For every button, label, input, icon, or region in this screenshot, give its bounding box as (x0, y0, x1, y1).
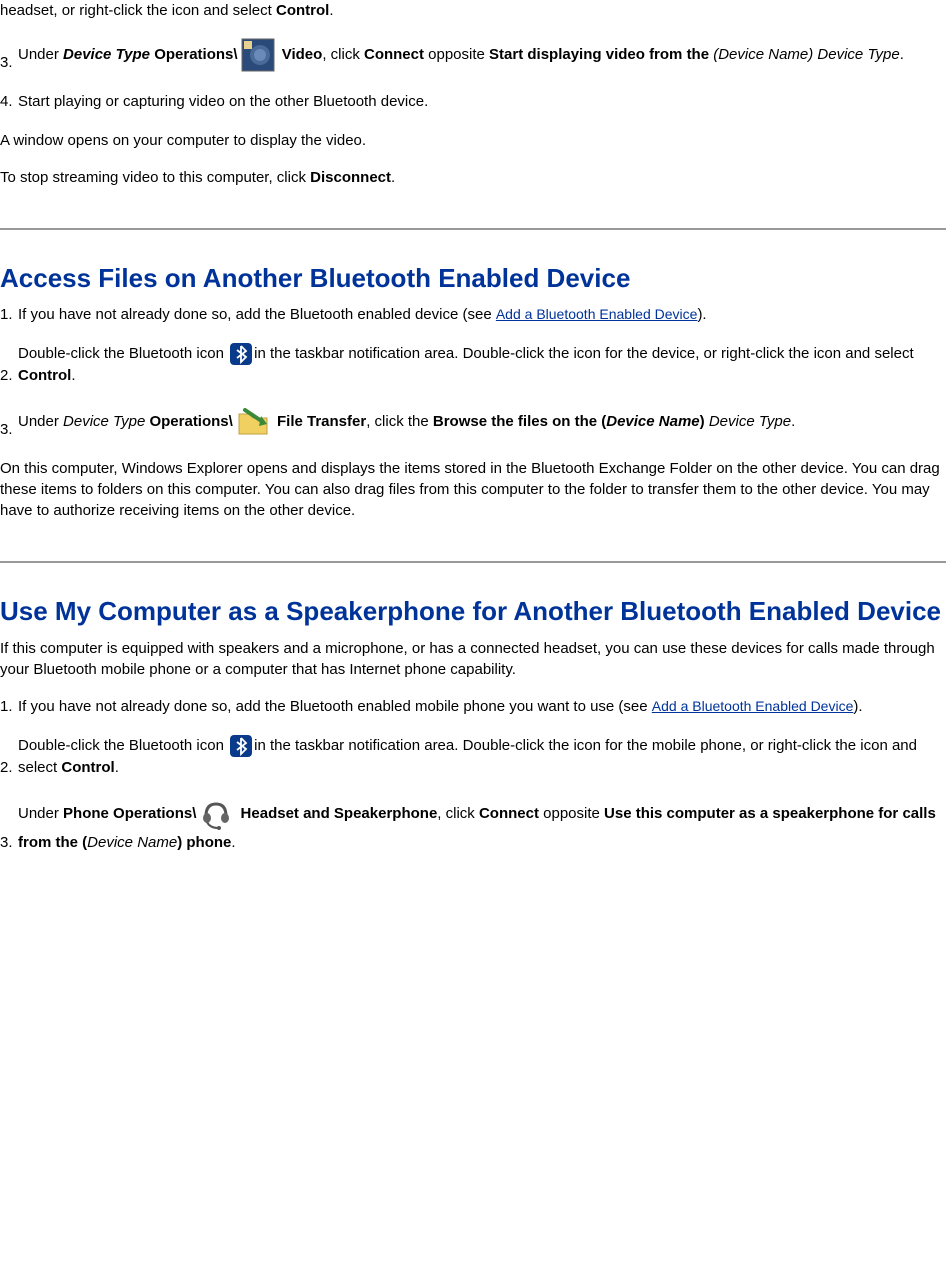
section-divider (0, 228, 946, 230)
list-item-4: 4. Start playing or capturing video on t… (0, 91, 946, 112)
link-add-device[interactable]: Add a Bluetooth Enabled Device (496, 306, 698, 322)
list-body: Under Device Type Operations\ File Trans… (18, 404, 946, 440)
link-add-device[interactable]: Add a Bluetooth Enabled Device (652, 698, 854, 714)
list-body: If you have not already done so, add the… (18, 696, 946, 717)
headset-icon (198, 796, 234, 832)
paragraph: On this computer, Windows Explorer opens… (0, 458, 946, 521)
list-item-3-file: 3. Under Device Type Operations\ File Tr… (0, 404, 946, 440)
bluetooth-icon (230, 735, 252, 757)
heading-speakerphone: Use My Computer as a Speakerphone for An… (0, 593, 946, 629)
list-item-1: 1. If you have not already done so, add … (0, 696, 946, 717)
list-number: 3. (0, 52, 18, 73)
list-body: Under Phone Operations\ Headset and Spea… (18, 796, 946, 853)
list-number: 4. (0, 91, 18, 112)
list-body: Double-click the Bluetooth icon in the t… (18, 735, 946, 778)
file-transfer-icon (235, 404, 271, 440)
list-number: 2. (0, 365, 18, 386)
list-item-2: 2. Double-click the Bluetooth icon in th… (0, 735, 946, 778)
list-number: 3. (0, 419, 18, 440)
video-icon (240, 37, 276, 73)
list-body: Double-click the Bluetooth icon in the t… (18, 343, 946, 386)
paragraph: To stop streaming video to this computer… (0, 167, 946, 188)
list-body: Under Device Type Operations\ Video, cli… (18, 37, 946, 73)
section-divider (0, 561, 946, 563)
list-item-2: 2. Double-click the Bluetooth icon in th… (0, 343, 946, 386)
list-number: 3. (0, 832, 18, 853)
list-item-3-video: 3. Under Device Type Operations\ Video, … (0, 37, 946, 73)
top-fragment: headset, or right-click the icon and sel… (0, 0, 946, 21)
list-number: 2. (0, 757, 18, 778)
list-number: 1. (0, 304, 18, 325)
paragraph: A window opens on your computer to displ… (0, 130, 946, 151)
list-item-3-headset: 3. Under Phone Operations\ Headset and S… (0, 796, 946, 853)
list-number: 1. (0, 696, 18, 717)
list-item-1: 1. If you have not already done so, add … (0, 304, 946, 325)
bluetooth-icon (230, 343, 252, 365)
list-body: If you have not already done so, add the… (18, 304, 946, 325)
list-body: Start playing or capturing video on the … (18, 91, 946, 112)
intro-paragraph: If this computer is equipped with speake… (0, 638, 946, 680)
heading-access-files: Access Files on Another Bluetooth Enable… (0, 260, 946, 296)
